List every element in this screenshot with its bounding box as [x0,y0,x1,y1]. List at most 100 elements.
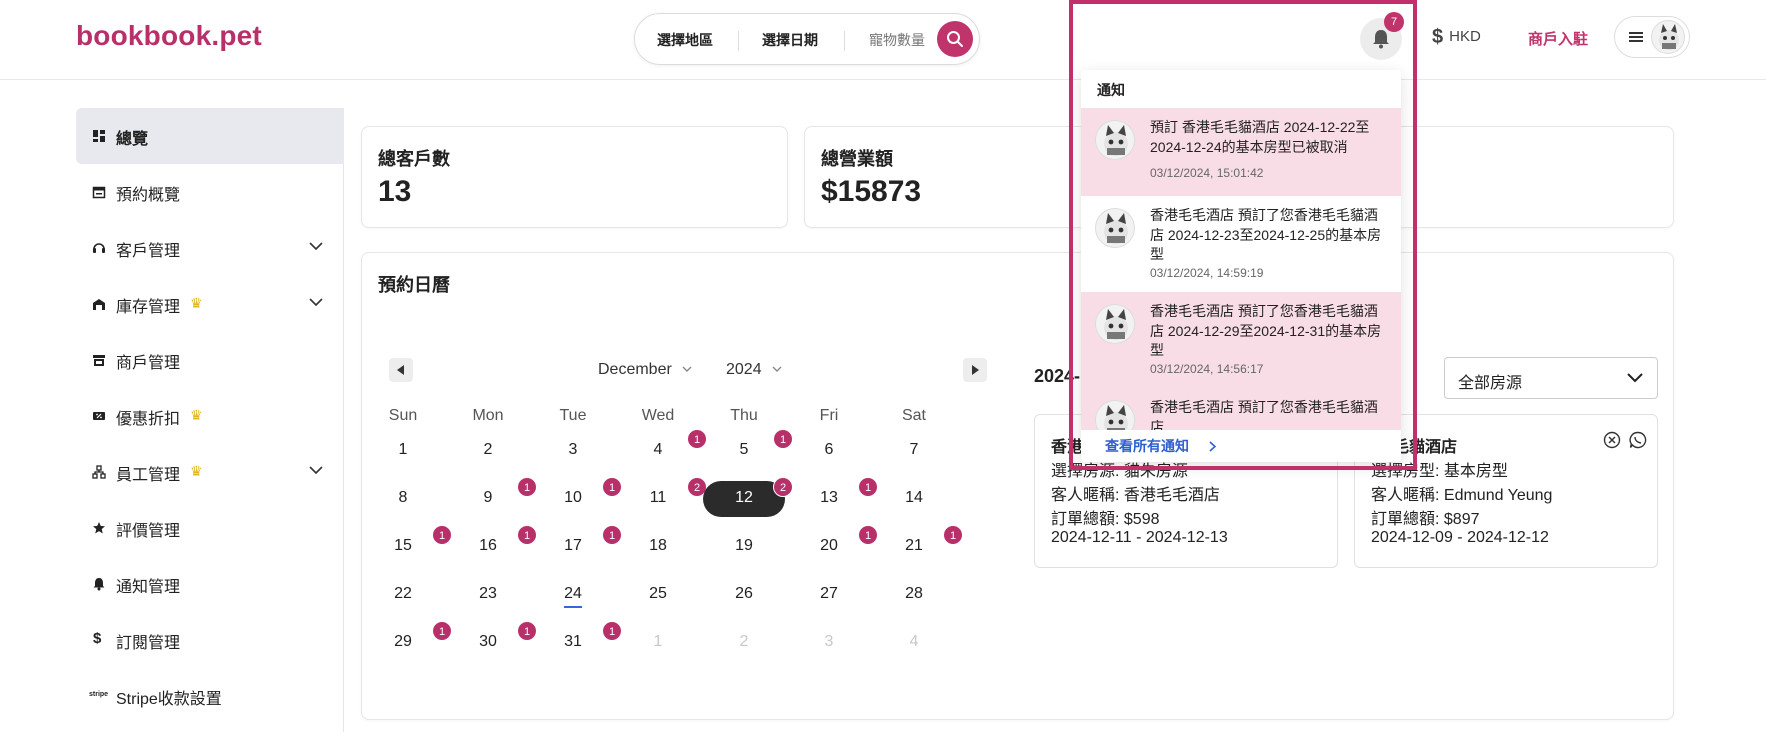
currency-selector[interactable]: $ HKD [1432,26,1481,49]
calendar-day[interactable]: 1 [373,441,433,459]
sidebar-item-label: 總覽 [116,131,149,148]
room-filter-select[interactable]: 全部房源 [1444,357,1658,399]
notification-text: 預訂 香港毛毛貓酒店 2024-12-22至2024-12-24的基本房型已被取… [1150,119,1370,155]
chevron-right-icon [1209,441,1216,452]
sidebar-item-stripe[interactable]: stripe Stripe收款設置 [76,668,344,724]
cancel-booking-icon[interactable] [1603,431,1621,449]
calendar-day[interactable]: 21 [884,537,944,555]
calendar-day[interactable]: 12 [714,489,774,507]
notification-item[interactable]: 香港毛毛酒店 預訂了您香港毛毛貓酒店 2024-12-29至2024-12-31… [1081,292,1401,388]
sidebar-item-overview[interactable]: 總覽 [76,108,344,164]
pet-count-input[interactable]: 寵物數量 [869,30,925,50]
calendar-day[interactable]: 2 [458,441,518,459]
calendar-day-outside: 4 [909,633,919,650]
sidebar-item-bookings[interactable]: 預約概覽 [76,164,344,220]
calendar-day[interactable]: 14 [884,489,944,507]
calendar-day[interactable]: 24 [543,585,603,603]
calendar-day[interactable]: 13 [799,489,859,507]
discount-icon [93,412,105,420]
booking-count-badge: 1 [602,525,622,545]
caret-left-icon [397,365,404,375]
search-divider [844,31,845,51]
sidebar-item-label: 優惠折扣 [116,411,181,428]
total-customers-card: 總客戶數 13 [361,126,788,228]
booking-count-badge: 2 [773,477,793,497]
booking-count-badge: 1 [687,429,707,449]
calendar-day[interactable]: 8 [373,489,433,507]
calendar-day[interactable]: 18 [628,537,688,555]
region-selector[interactable]: 選擇地區 [657,30,713,50]
search-bar[interactable]: 選擇地區 選擇日期 寵物數量 [634,13,980,65]
calendar-day[interactable]: 25 [628,585,688,603]
sidebar-item-subscription[interactable]: $ 訂閱管理 [76,612,344,668]
calendar-day[interactable]: 10 [543,489,603,507]
booking-count-badge: 1 [517,621,537,641]
booking-count-badge: 1 [943,525,963,545]
date-selector[interactable]: 選擇日期 [762,30,818,50]
dashboard-icon [93,130,105,142]
calendar-day[interactable]: 16 [458,537,518,555]
booking-count-badge: 1 [858,525,878,545]
calendar-day[interactable]: 6 [799,441,859,459]
sidebar-item-reviews[interactable]: 評價管理 [76,500,344,556]
merchant-signup-link[interactable]: 商戶入駐 [1528,28,1588,49]
calendar-day-outside: 3 [824,633,834,650]
booking-total: 訂單總額: $897 [1371,511,1480,528]
sidebar-item-merchant[interactable]: 商戶管理 [76,332,344,388]
calendar-day[interactable]: 23 [458,585,518,603]
sidebar-item-customers[interactable]: 客戶管理 [76,220,344,276]
weekday-header: Thu [730,407,758,424]
notification-time: 03/12/2024, 15:01:42 [1150,166,1264,180]
booking-date-range: 2024-12-09 - 2024-12-12 [1371,529,1549,546]
sidebar-item-notifications[interactable]: 通知管理 [76,556,344,612]
calendar-day[interactable]: 11 [628,489,688,507]
currency-label: HKD [1449,28,1481,45]
notification-dropdown: 通知 預訂 香港毛毛貓酒店 2024-12-22至2024-12-24的基本房型… [1069,0,1417,470]
calendar-day[interactable]: 26 [714,585,774,603]
calendar-day[interactable]: 9 [458,489,518,507]
store-icon [93,355,105,366]
view-all-notifications-link[interactable]: 查看所有通知 [1081,430,1401,462]
year-selector[interactable]: 2024 [726,361,782,379]
sidebar-item-label: 商戶管理 [116,355,181,372]
logo[interactable]: bookbook.pet [76,20,262,52]
calendar-day[interactable]: 28 [884,585,944,603]
room-filter-value: 全部房源 [1458,375,1523,392]
booking-count-badge: 1 [432,525,452,545]
next-month-button[interactable] [963,358,987,382]
whatsapp-icon[interactable] [1629,431,1647,449]
chevron-down-icon [309,466,323,474]
cat-avatar-icon [1104,309,1128,340]
notification-item[interactable]: 預訂 香港毛毛貓酒店 2024-12-22至2024-12-24的基本房型已被取… [1081,108,1401,196]
sidebar-item-label: 訂閱管理 [116,635,181,652]
calendar-day[interactable]: 22 [373,585,433,603]
notification-item[interactable]: 香港毛毛酒店 預訂了您香港毛毛貓酒店 2024-12-23至2024-12-25… [1081,196,1401,292]
calendar-day[interactable]: 5 [714,441,774,459]
cat-avatar-icon [1104,125,1128,156]
calendar-day[interactable]: 15 [373,537,433,555]
headset-icon [93,243,105,253]
calendar-day[interactable]: 30 [458,633,518,651]
month-selector[interactable]: December [598,361,692,379]
sidebar-item-label: Stripe收款設置 [116,691,222,708]
calendar-day[interactable]: 29 [373,633,433,651]
calendar-day[interactable]: 20 [799,537,859,555]
calendar-day[interactable]: 7 [884,441,944,459]
calendar-day[interactable]: 3 [543,441,603,459]
star-icon [93,522,105,534]
prev-month-button[interactable] [389,358,413,382]
calendar-day[interactable]: 31 [543,633,603,651]
sidebar-item-inventory[interactable]: 庫存管理 ♛ [76,276,344,332]
sidebar-item-discounts[interactable]: 優惠折扣 ♛ [76,388,344,444]
calendar-day[interactable]: 27 [799,585,859,603]
calendar-day[interactable]: 4 [628,441,688,459]
sidebar: 總覽 預約概覽 客戶管理 庫存管理 ♛ 商戶管理 優惠折扣 ♛ 員工管理 ♛ 評… [76,108,344,732]
calendar-day[interactable]: 17 [543,537,603,555]
sidebar-item-staff[interactable]: 員工管理 ♛ [76,444,344,500]
notification-text: 香港毛毛酒店 預訂了您香港毛毛貓酒店 2024-12-29至2024-12-31… [1150,303,1382,358]
search-button[interactable] [937,21,973,57]
premium-crown-icon: ♛ [190,463,203,479]
calendar-day[interactable]: 19 [714,537,774,555]
booking-count-badge: 1 [773,429,793,449]
user-menu-button[interactable] [1614,16,1690,58]
